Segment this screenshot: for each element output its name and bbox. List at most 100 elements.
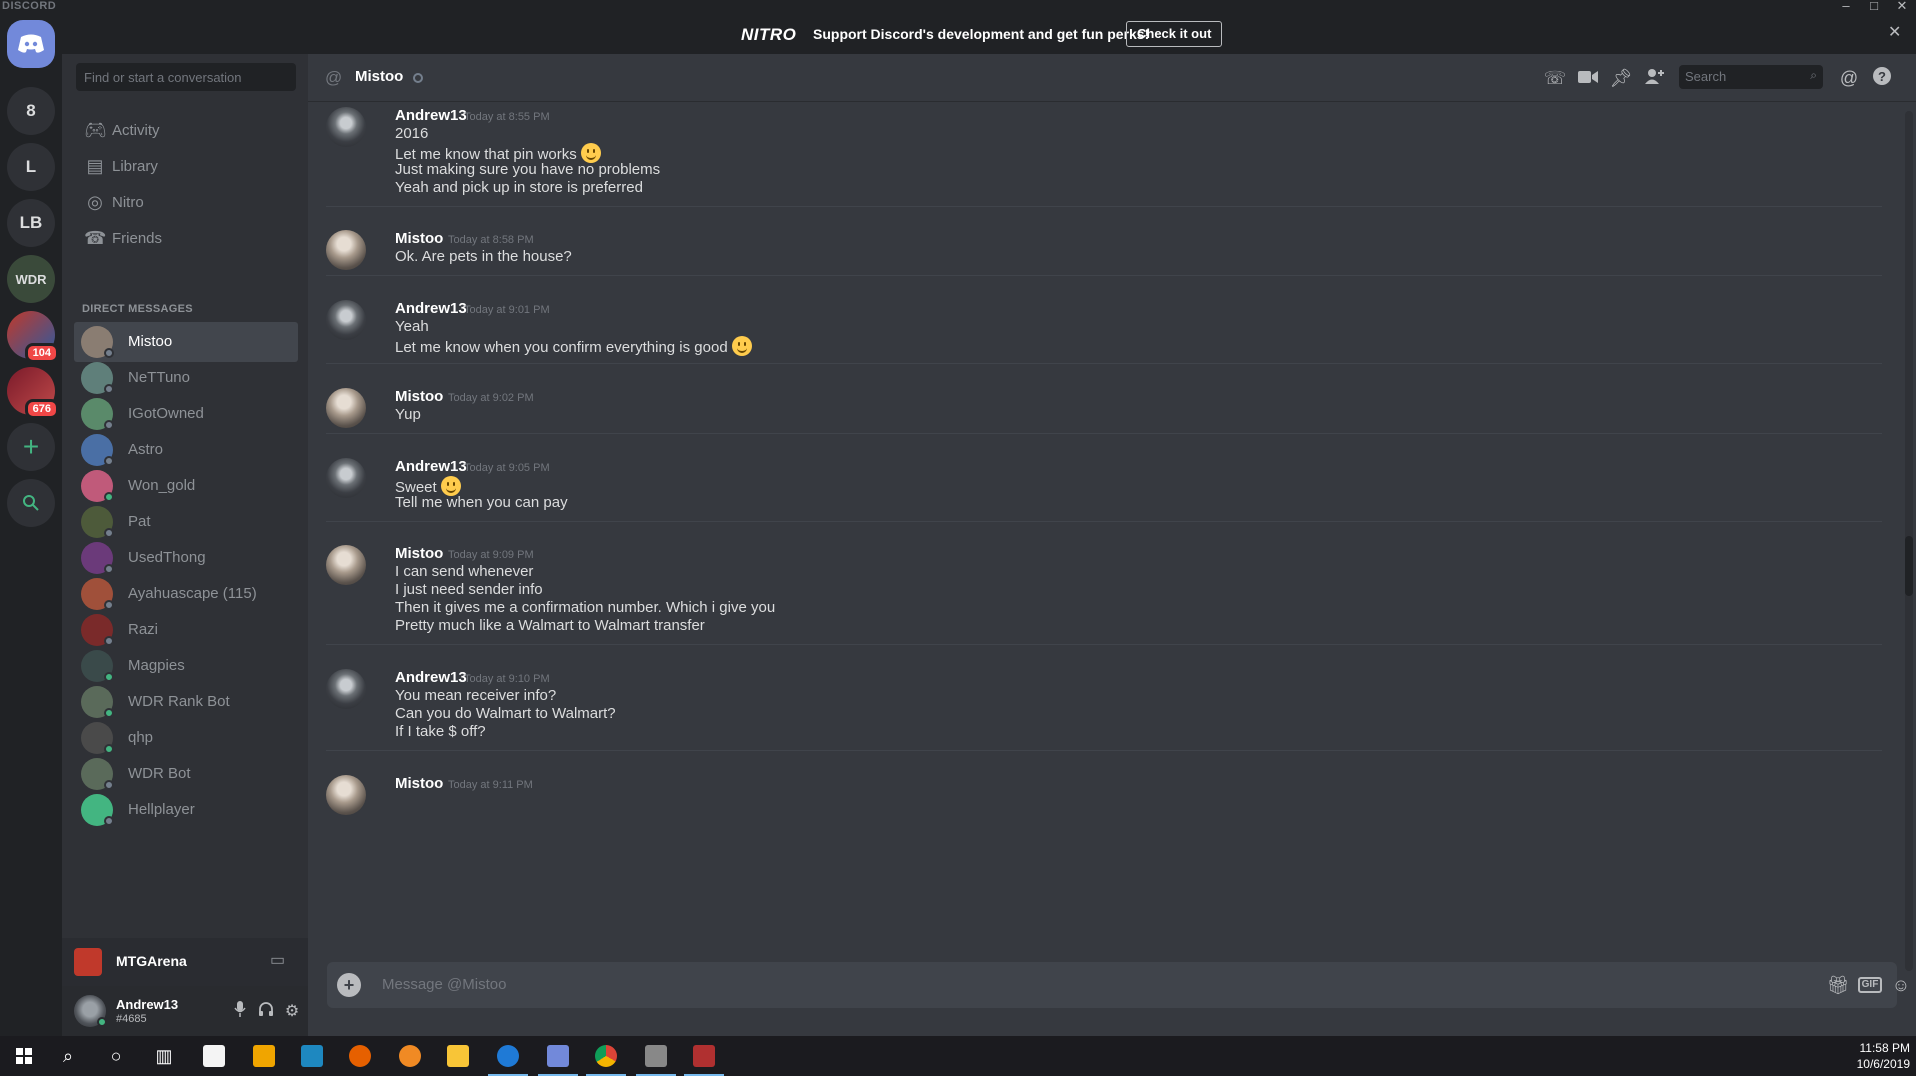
- scrollbar-thumb[interactable]: [1905, 536, 1913, 596]
- avatar[interactable]: [326, 458, 366, 498]
- dm-item[interactable]: UsedThong: [74, 538, 298, 578]
- system-clock[interactable]: 11:58 PM 10/6/2019: [1857, 1040, 1910, 1072]
- firefox-icon[interactable]: [336, 1036, 384, 1076]
- start-video-call-icon[interactable]: [1575, 66, 1601, 90]
- app-icon[interactable]: [632, 1036, 680, 1076]
- dm-item[interactable]: Ayahuascape (115): [74, 574, 298, 614]
- gif-icon[interactable]: GIF: [1858, 977, 1882, 993]
- avatar[interactable]: [326, 669, 366, 709]
- file-explorer-icon[interactable]: [434, 1036, 482, 1076]
- pinned-messages-icon[interactable]: 📌︎: [1608, 66, 1634, 90]
- message-composer[interactable]: + Message @Mistoo 🎁︎ GIF ☺: [327, 962, 1910, 1008]
- dm-item[interactable]: Pat: [74, 502, 298, 542]
- dm-item[interactable]: Razi: [74, 610, 298, 650]
- minimize-icon[interactable]: –: [1832, 0, 1860, 13]
- avatar[interactable]: [326, 388, 366, 428]
- chrome-icon[interactable]: [582, 1036, 630, 1076]
- message-line: Ok. Are pets in the house?: [395, 248, 572, 265]
- dm-item[interactable]: Magpies: [74, 646, 298, 686]
- message-text: You mean receiver info?: [395, 687, 556, 704]
- dm-item[interactable]: IGotOwned: [74, 394, 298, 434]
- dm-item[interactable]: NeTTuno: [74, 358, 298, 398]
- gift-icon[interactable]: 🎁︎: [1826, 973, 1850, 997]
- message-author[interactable]: Mistoo: [395, 545, 443, 562]
- dm-item[interactable]: WDR Bot: [74, 754, 298, 794]
- task-view-icon[interactable]: ▥: [140, 1036, 188, 1076]
- message-author[interactable]: Andrew13: [395, 300, 467, 317]
- cortana-icon[interactable]: ○: [92, 1036, 140, 1076]
- app-icon[interactable]: [288, 1036, 336, 1076]
- avatar[interactable]: [326, 300, 366, 340]
- activity-panel[interactable]: MTGArena ▭: [62, 938, 308, 986]
- dm-item[interactable]: Won_gold: [74, 466, 298, 506]
- server-icon[interactable]: LB: [7, 199, 55, 247]
- server-icon[interactable]: 676: [7, 367, 59, 419]
- start-voice-call-icon[interactable]: ☏: [1542, 66, 1568, 90]
- screen-share-icon[interactable]: ▭: [270, 950, 285, 970]
- dm-item[interactable]: Hellplayer: [74, 790, 298, 830]
- message-group[interactable]: Mistoo Today at 8:58 PM Ok. Are pets in th…: [326, 228, 1882, 276]
- message-group[interactable]: Mistoo Today at 9:09 PM I can send wheneve…: [326, 543, 1882, 645]
- app-icon[interactable]: [386, 1036, 434, 1076]
- message-author[interactable]: Andrew13: [395, 107, 467, 124]
- search-icon: ⌕: [1810, 68, 1817, 82]
- app-icon[interactable]: [680, 1036, 728, 1076]
- dm-name: NeTTuno: [128, 369, 190, 386]
- dm-item[interactable]: Mistoo: [74, 322, 298, 362]
- home-button[interactable]: [7, 20, 55, 68]
- avatar[interactable]: [326, 775, 366, 815]
- emoji-picker-icon[interactable]: ☺: [1889, 973, 1913, 997]
- nav-activity[interactable]: 🎮︎ Activity: [70, 110, 300, 150]
- server-icon[interactable]: L: [7, 143, 55, 191]
- search-input[interactable]: Search ⌕: [1679, 65, 1823, 89]
- windows-start-icon[interactable]: [0, 1036, 48, 1076]
- nav-nitro[interactable]: ◎ Nitro: [70, 182, 300, 222]
- message-text: Sweet: [395, 476, 461, 496]
- search-icon[interactable]: ⌕: [44, 1036, 92, 1076]
- status-indicator: [104, 348, 114, 358]
- store-icon[interactable]: [190, 1036, 238, 1076]
- maximize-icon[interactable]: □: [1860, 0, 1888, 13]
- message-group[interactable]: Andrew13 Today at 9:05 PM Sweet Tell me whe…: [326, 456, 1882, 522]
- mentions-icon[interactable]: @: [1836, 66, 1862, 90]
- dm-item[interactable]: qhp: [74, 718, 298, 758]
- microphone-icon[interactable]: [229, 1001, 251, 1022]
- file-icon[interactable]: [240, 1036, 288, 1076]
- search-servers-icon[interactable]: [7, 479, 55, 527]
- close-window-icon[interactable]: ✕: [1888, 0, 1916, 14]
- message-group[interactable]: Mistoo Today at 9:02 PM Yup: [326, 386, 1882, 434]
- message-group[interactable]: Andrew13 Today at 9:10 PM You mean receive…: [326, 667, 1882, 751]
- nav-friends[interactable]: ☎︎ Friends: [70, 218, 300, 258]
- discord-taskbar-icon[interactable]: [534, 1036, 582, 1076]
- message-author[interactable]: Mistoo: [395, 230, 443, 247]
- help-icon[interactable]: ?: [1869, 66, 1895, 90]
- message-group[interactable]: Andrew13 Today at 8:55 PM 2016 Let me know …: [326, 105, 1882, 207]
- message-author[interactable]: Andrew13: [395, 669, 467, 686]
- message-list[interactable]: Andrew13 Today at 8:55 PM 2016 Let me know …: [308, 103, 1902, 987]
- message-input[interactable]: Message @Mistoo: [382, 976, 506, 993]
- close-icon[interactable]: ✕: [1888, 22, 1901, 42]
- settings-gear-icon[interactable]: ⚙: [281, 1001, 303, 1021]
- scrollbar[interactable]: [1905, 111, 1913, 971]
- upload-icon[interactable]: +: [337, 973, 361, 997]
- server-icon[interactable]: 8: [7, 87, 55, 135]
- message-group[interactable]: Mistoo Today at 9:11 PM: [326, 773, 1882, 815]
- dm-search-input[interactable]: Find or start a conversation: [76, 63, 296, 91]
- server-icon[interactable]: 104: [7, 311, 59, 363]
- avatar[interactable]: [326, 545, 366, 585]
- dm-item[interactable]: Astro: [74, 430, 298, 470]
- edge-icon[interactable]: [484, 1036, 532, 1076]
- avatar[interactable]: [326, 107, 366, 147]
- message-group[interactable]: Andrew13 Today at 9:01 PM Yeah Let me know …: [326, 298, 1882, 364]
- server-icon[interactable]: WDR: [7, 255, 55, 303]
- avatar[interactable]: [326, 230, 366, 270]
- dm-item[interactable]: WDR Rank Bot: [74, 682, 298, 722]
- message-author[interactable]: Mistoo: [395, 388, 443, 405]
- check-it-out-button[interactable]: Check it out: [1126, 21, 1223, 47]
- add-friend-icon[interactable]: [1642, 66, 1668, 90]
- nav-library[interactable]: ▤ Library: [70, 146, 300, 186]
- add-server-icon[interactable]: +: [7, 423, 55, 471]
- message-author[interactable]: Mistoo: [395, 775, 443, 792]
- message-author[interactable]: Andrew13: [395, 458, 467, 475]
- headphones-icon[interactable]: [255, 1001, 277, 1022]
